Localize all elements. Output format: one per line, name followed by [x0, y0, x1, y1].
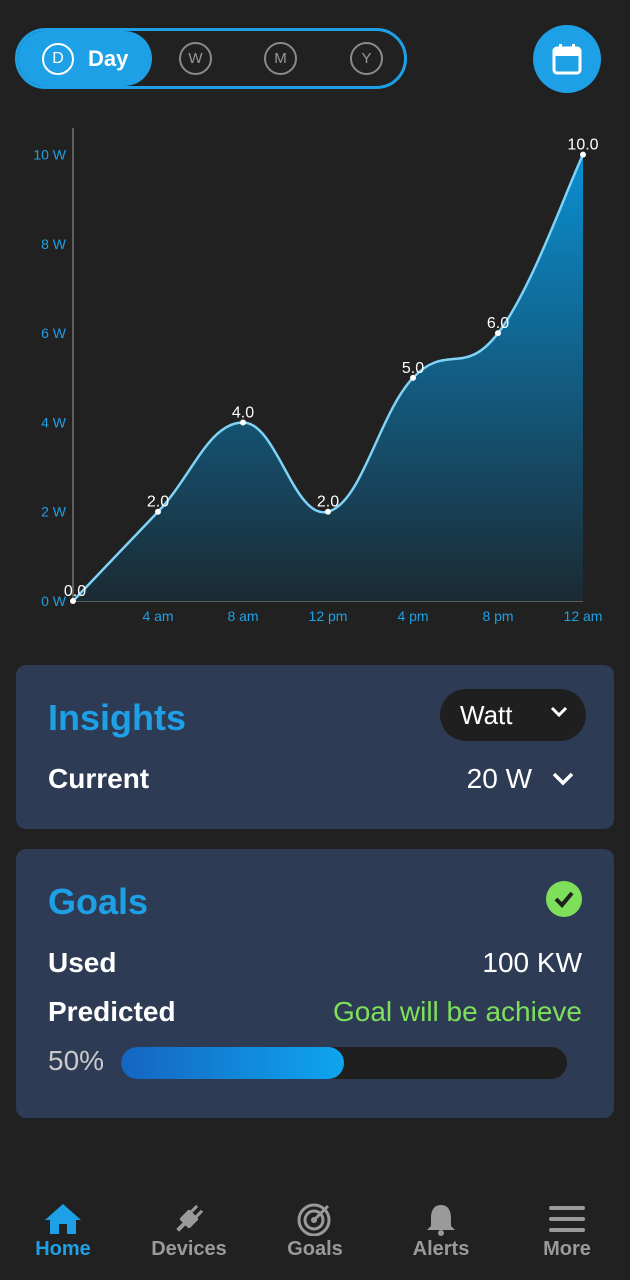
nav-label-devices: Devices: [151, 1238, 227, 1260]
goal-progress-fill: [121, 1047, 344, 1079]
area-fill: [73, 154, 583, 602]
menu-icon: [549, 1206, 585, 1232]
chevron-down-icon: [550, 706, 568, 718]
plug-icon: [176, 1204, 204, 1232]
nav-item-goals[interactable]: Goals: [252, 1190, 378, 1280]
x-tick-label: 12 pm: [309, 608, 348, 624]
goal-progress-bar: [121, 1047, 567, 1079]
predicted-label: Predicted: [48, 996, 176, 1027]
x-tick-label: 12 am: [564, 608, 603, 624]
data-label: 0.0: [64, 583, 86, 600]
y-tick-label: 6 W: [41, 325, 67, 341]
power-usage-chart: 0 W2 W4 W6 W8 W10 W 4 am 8 am 12 pm 4 pm 8 p…: [33, 128, 603, 624]
predicted-value: Goal will be achieve: [332, 996, 582, 1027]
period-week-option[interactable]: W: [179, 42, 212, 75]
progress-percent: 50%: [48, 1045, 105, 1076]
data-label: 10.0: [567, 137, 598, 154]
nav-item-devices[interactable]: Devices: [126, 1190, 252, 1280]
y-tick-label: 2 W: [41, 504, 67, 520]
bell-icon: [427, 1205, 455, 1236]
x-tick-label: 4 am: [142, 608, 173, 624]
nav-item-alerts[interactable]: Alerts: [378, 1190, 504, 1280]
day-label: Day: [88, 45, 129, 71]
data-label: 5.0: [402, 360, 424, 377]
goals-card: Goals Used 100 KW Predicted Goal will be…: [16, 849, 614, 1118]
used-value: 100 KW: [482, 947, 582, 978]
unit-select[interactable]: Watt: [440, 689, 586, 741]
data-label: 6.0: [487, 315, 509, 332]
current-value-dropdown[interactable]: 20 W: [467, 763, 574, 795]
current-label: Current: [48, 763, 150, 794]
y-tick-label: 8 W: [41, 236, 67, 252]
check-circle-icon: [546, 881, 582, 917]
nav-label-alerts: Alerts: [412, 1238, 470, 1260]
goals-title: Goals: [48, 881, 149, 922]
period-month-option[interactable]: M: [264, 42, 297, 75]
unit-select-value: Watt: [460, 699, 513, 730]
nav-label-more: More: [543, 1238, 591, 1260]
day-letter-icon: D: [42, 42, 74, 75]
insights-card: Insights Watt Current 20 W: [16, 665, 614, 829]
nav-label-home: Home: [35, 1238, 91, 1260]
y-tick-label: 4 W: [41, 414, 67, 430]
target-icon: [297, 1203, 331, 1236]
calendar-button[interactable]: [533, 25, 601, 93]
chevron-down-icon: [552, 772, 574, 786]
x-tick-label: 8 am: [227, 608, 258, 624]
period-year-option[interactable]: Y: [350, 42, 383, 75]
current-value: 20 W: [466, 763, 532, 794]
bottom-nav: Home Devices Goals Alerts More: [0, 1190, 630, 1280]
home-icon: [45, 1204, 81, 1234]
y-tick-label: 10 W: [33, 147, 66, 163]
period-day-option[interactable]: D Day: [18, 31, 152, 86]
calendar-icon: [552, 44, 582, 75]
data-label: 2.0: [147, 494, 169, 511]
period-selector: D Day W M Y: [15, 28, 407, 89]
used-label: Used: [48, 947, 117, 978]
nav-item-home[interactable]: Home: [0, 1190, 126, 1280]
insights-title: Insights: [48, 697, 187, 738]
x-tick-label: 4 pm: [397, 608, 428, 624]
x-tick-label: 8 pm: [482, 608, 513, 624]
nav-label-goals: Goals: [287, 1238, 343, 1260]
data-label: 2.0: [317, 494, 339, 511]
data-label: 4.0: [232, 404, 254, 421]
nav-item-more[interactable]: More: [504, 1190, 630, 1280]
